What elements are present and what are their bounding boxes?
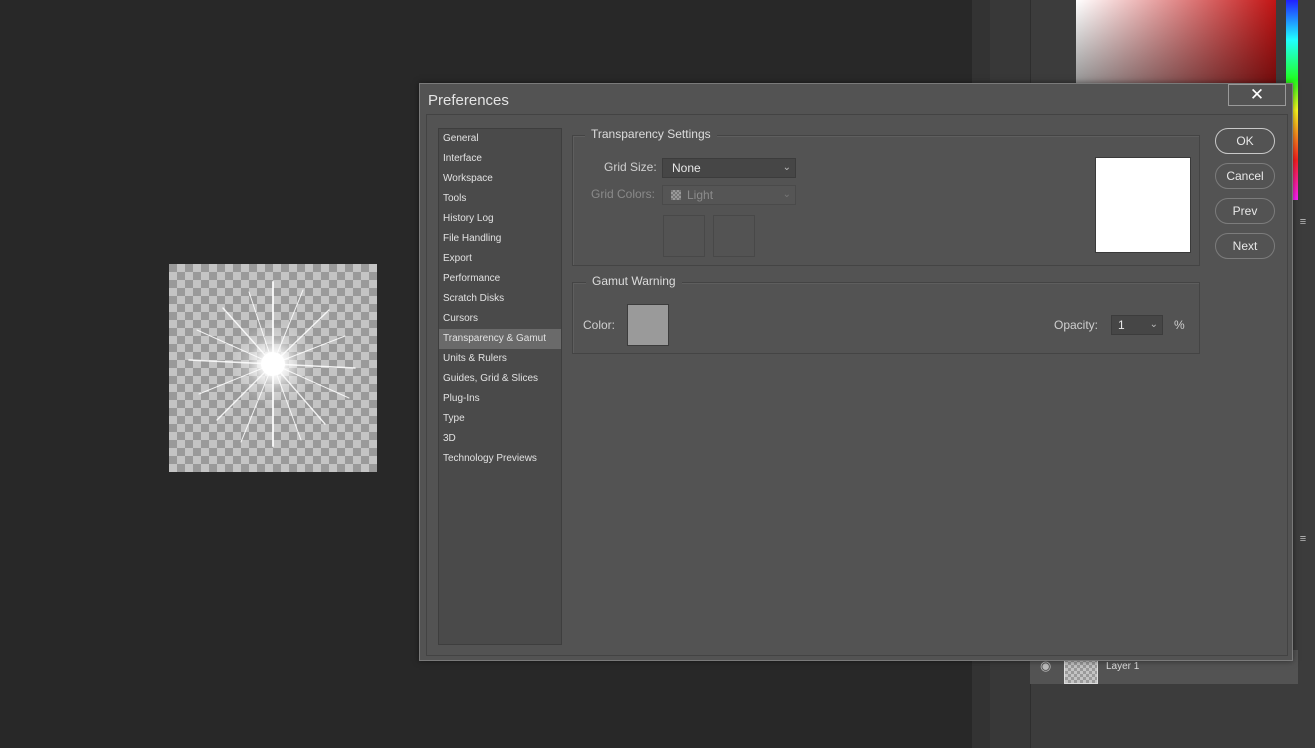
document-canvas[interactable] [169, 264, 377, 472]
grid-colors-select[interactable]: Light ⌄ [662, 185, 796, 205]
nav-item-file-handling[interactable]: File Handling [439, 229, 561, 249]
menu-icon[interactable]: ≡ [1297, 216, 1309, 228]
grid-size-label: Grid Size: [604, 160, 657, 174]
preferences-dialog: Preferences ✕ General Interface Workspac… [419, 83, 1293, 661]
checkerboard-icon [671, 190, 681, 200]
chevron-down-icon[interactable]: ⌄ [1150, 316, 1158, 334]
nav-item-units-rulers[interactable]: Units & Rulers [439, 349, 561, 369]
gamut-warning-group: Gamut Warning Color: Opacity: 1 ⌄ % [572, 274, 1200, 354]
nav-item-performance[interactable]: Performance [439, 269, 561, 289]
grid-color-swatch-1[interactable] [663, 215, 705, 257]
transparency-settings-group: Transparency Settings Grid Size: None ⌄ … [572, 127, 1200, 266]
group-label: Gamut Warning [586, 274, 682, 288]
group-label: Transparency Settings [585, 127, 717, 141]
grid-color-swatch-2[interactable] [713, 215, 755, 257]
layer-name: Layer 1 [1106, 661, 1140, 672]
gamut-color-label: Color: [583, 318, 616, 332]
cancel-button[interactable]: Cancel [1215, 163, 1275, 189]
menu-icon[interactable]: ≡ [1297, 533, 1309, 545]
dialog-title: Preferences [428, 92, 509, 109]
nav-item-type[interactable]: Type [439, 409, 561, 429]
grid-colors-value: Light [687, 188, 714, 202]
close-icon: ✕ [1249, 85, 1265, 104]
chevron-down-icon: ⌄ [782, 189, 791, 200]
grid-size-select[interactable]: None ⌄ [662, 158, 796, 178]
prev-button[interactable]: Prev [1215, 198, 1275, 224]
grid-colors-label: Grid Colors: [591, 187, 656, 201]
light-flare-image [188, 281, 356, 447]
nav-item-history-log[interactable]: History Log [439, 209, 561, 229]
grid-size-value: None [672, 161, 701, 175]
nav-item-tools[interactable]: Tools [439, 189, 561, 209]
preferences-category-list: General Interface Workspace Tools Histor… [438, 128, 562, 645]
nav-item-scratch-disks[interactable]: Scratch Disks [439, 289, 561, 309]
ok-button[interactable]: OK [1215, 128, 1275, 154]
nav-item-3d[interactable]: 3D [439, 429, 561, 449]
next-button[interactable]: Next [1215, 233, 1275, 259]
gamut-color-swatch[interactable] [627, 304, 669, 346]
transparency-preview [1095, 157, 1191, 253]
nav-item-plug-ins[interactable]: Plug-Ins [439, 389, 561, 409]
chevron-down-icon: ⌄ [782, 162, 791, 173]
percent-sign: % [1174, 318, 1185, 332]
close-button[interactable]: ✕ [1228, 84, 1286, 106]
nav-item-cursors[interactable]: Cursors [439, 309, 561, 329]
nav-item-guides-grid-slices[interactable]: Guides, Grid & Slices [439, 369, 561, 389]
opacity-label: Opacity: [1054, 318, 1099, 332]
nav-item-general[interactable]: General [439, 129, 561, 149]
nav-item-technology-previews[interactable]: Technology Previews [439, 449, 561, 469]
nav-item-transparency-gamut[interactable]: Transparency & Gamut [439, 329, 561, 349]
nav-item-workspace[interactable]: Workspace [439, 169, 561, 189]
opacity-input[interactable]: 1 ⌄ [1111, 315, 1163, 335]
nav-item-export[interactable]: Export [439, 249, 561, 269]
nav-item-interface[interactable]: Interface [439, 149, 561, 169]
opacity-value: 1 [1118, 318, 1125, 332]
